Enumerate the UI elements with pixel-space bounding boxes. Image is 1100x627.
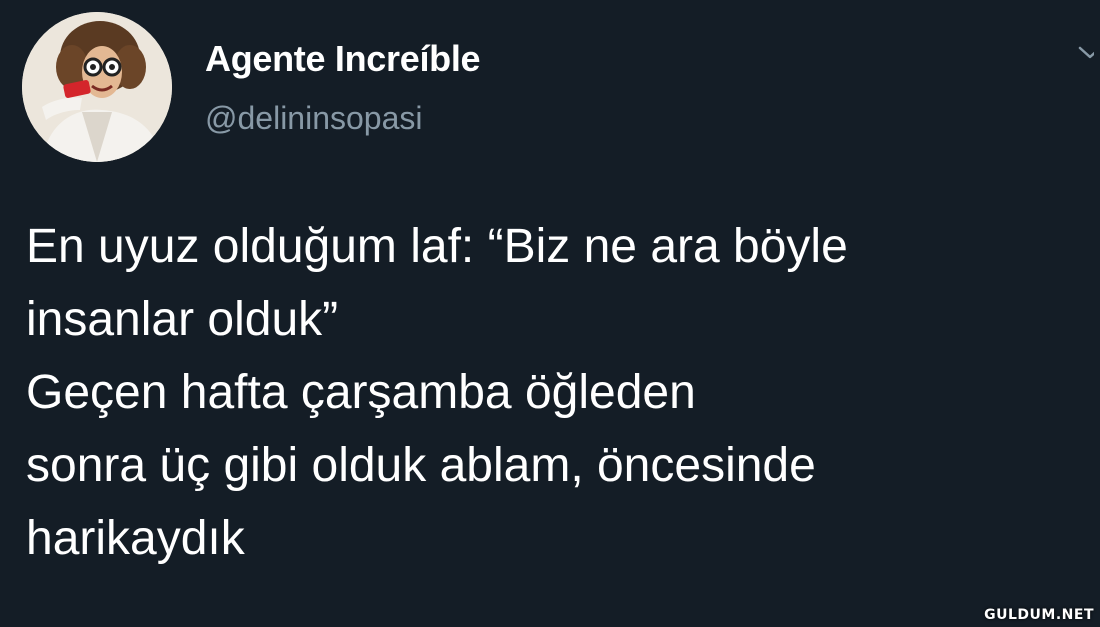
tweet-text-line: En uyuz olduğum laf: “Biz ne ara böyle	[26, 220, 848, 273]
author-name[interactable]: Agente Increíble	[205, 38, 481, 80]
author-handle[interactable]: @delininsopasi	[205, 100, 423, 137]
tweet-card: Agente Increíble @delininsopasi En uyuz …	[0, 0, 1100, 627]
chevron-down-icon[interactable]	[1076, 38, 1094, 66]
tweet-text: En uyuz olduğum laf: “Biz ne ara böyle i…	[26, 210, 1086, 575]
tweet-text-line: harikaydık	[26, 512, 245, 565]
watermark: GULDUM.NET	[984, 607, 1094, 623]
tweet-text-line: Geçen hafta çarşamba öğleden	[26, 366, 696, 419]
avatar-image	[22, 12, 172, 162]
tweet-text-line: insanlar olduk”	[26, 293, 339, 346]
tweet-text-line: sonra üç gibi olduk ablam, öncesinde	[26, 439, 816, 492]
avatar[interactable]	[22, 12, 172, 162]
